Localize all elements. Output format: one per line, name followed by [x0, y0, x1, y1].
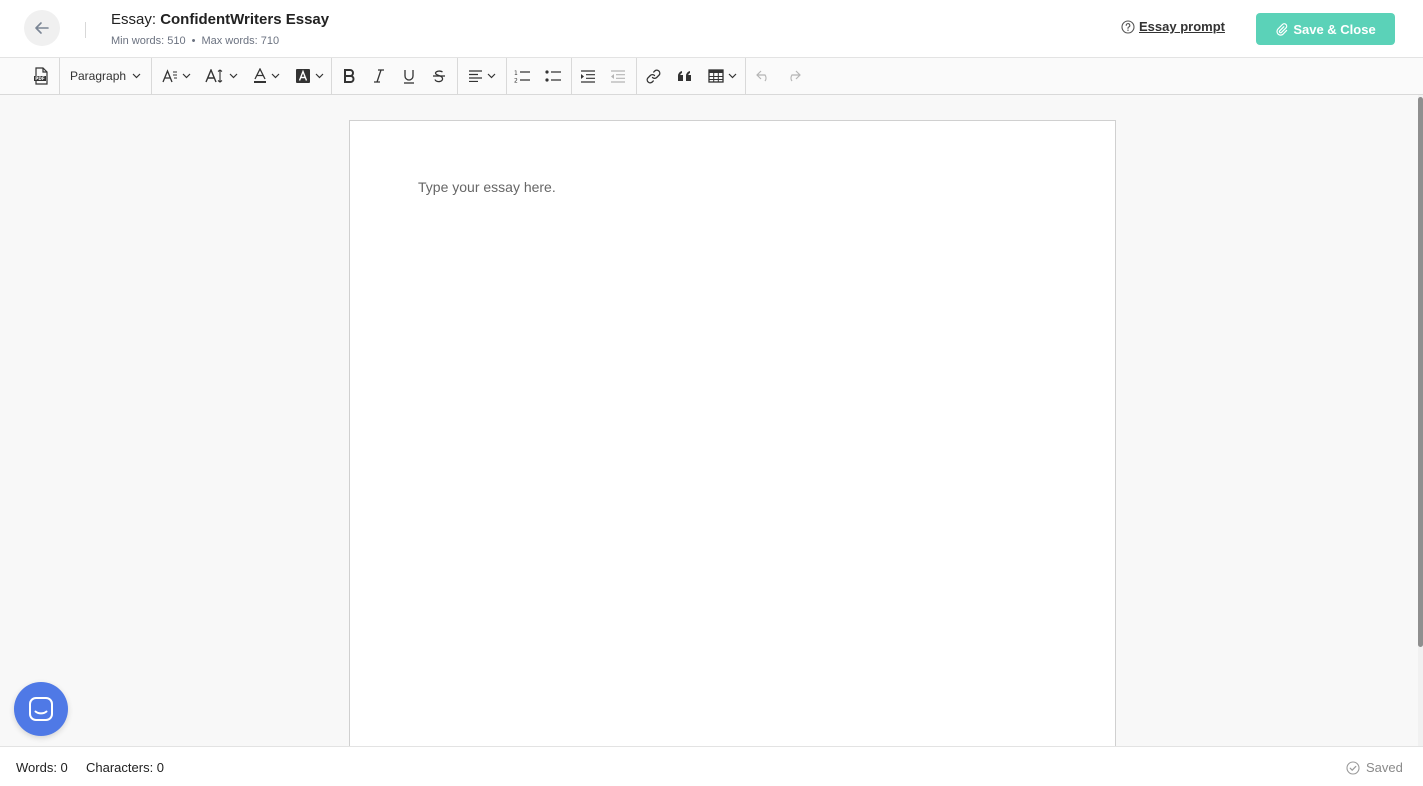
question-circle-icon — [1121, 19, 1135, 34]
insert-table-dropdown[interactable] — [703, 58, 741, 94]
toolbar-divider — [506, 58, 507, 94]
redo-icon — [789, 70, 801, 82]
link-button[interactable] — [641, 58, 665, 94]
svg-text:2: 2 — [514, 78, 518, 84]
header-divider — [85, 22, 86, 38]
title-prefix: Essay: — [111, 11, 161, 28]
chevron-down-icon — [487, 73, 496, 79]
redo-button[interactable] — [781, 58, 805, 94]
font-size-dropdown[interactable] — [201, 58, 241, 94]
min-words: Min words: 510 — [111, 35, 186, 47]
word-limits: Min words: 510 • Max words: 710 — [111, 35, 279, 47]
strikethrough-icon — [433, 70, 445, 83]
text-align-dropdown[interactable] — [463, 58, 501, 94]
underline-icon — [404, 69, 414, 84]
italic-icon — [374, 69, 384, 83]
save-close-button[interactable]: Save & Close — [1256, 13, 1395, 45]
header: Essay: ConfidentWriters Essay Min words:… — [0, 0, 1423, 58]
character-count: Characters: 0 — [86, 760, 165, 775]
vertical-scrollbar[interactable] — [1418, 95, 1423, 746]
chat-launcher-button[interactable] — [14, 682, 68, 736]
chevron-down-icon — [182, 73, 190, 79]
essay-prompt-link[interactable]: Essay prompt — [1121, 19, 1225, 34]
italic-button[interactable] — [367, 58, 391, 94]
bulleted-list-icon — [544, 70, 561, 82]
blockquote-button[interactable] — [672, 58, 696, 94]
font-family-dropdown[interactable] — [158, 58, 194, 94]
bold-button[interactable] — [337, 58, 361, 94]
chevron-down-icon — [728, 73, 736, 79]
undo-icon — [755, 70, 767, 82]
status-bar: Words: 0 Characters: 0 Saved — [0, 746, 1423, 786]
essay-name: ConfidentWriters Essay — [160, 11, 330, 28]
outdent-icon — [611, 69, 625, 83]
indent-button[interactable] — [576, 58, 600, 94]
check-circle-icon — [1346, 760, 1360, 775]
word-count: Words: 0 — [16, 760, 68, 775]
toolbar-divider — [331, 58, 332, 94]
chevron-down-icon — [229, 73, 237, 79]
chevron-down-icon — [271, 73, 279, 79]
svg-text:1: 1 — [514, 70, 518, 77]
editor-toolbar: PDF Paragraph 12 — [0, 58, 1423, 95]
quote-icon — [677, 71, 691, 81]
align-left-icon — [469, 70, 482, 82]
chevron-down-icon — [315, 73, 323, 79]
save-status-label: Saved — [1366, 760, 1403, 775]
arrow-left-icon — [35, 22, 49, 34]
svg-text:PDF: PDF — [35, 76, 45, 81]
toolbar-divider — [636, 58, 637, 94]
max-words: Max words: 710 — [201, 35, 280, 47]
strikethrough-button[interactable] — [427, 58, 451, 94]
scrollbar-thumb[interactable] — [1418, 97, 1423, 647]
paperclip-icon — [1276, 22, 1288, 36]
highlight-icon — [295, 69, 310, 83]
editor-canvas: Type your essay here. — [0, 95, 1418, 760]
chat-icon — [29, 697, 53, 721]
toolbar-divider — [745, 58, 746, 94]
highlight-color-dropdown[interactable] — [291, 58, 327, 94]
link-icon — [646, 69, 660, 83]
back-button[interactable] — [24, 10, 60, 46]
export-pdf-button[interactable]: PDF — [28, 58, 54, 94]
save-close-label: Save & Close — [1293, 21, 1376, 37]
pdf-icon: PDF — [34, 67, 48, 85]
essay-placeholder: Type your essay here. — [418, 179, 556, 195]
numbered-list-icon: 12 — [514, 70, 530, 84]
underline-button[interactable] — [397, 58, 421, 94]
font-color-dropdown[interactable] — [248, 58, 284, 94]
toolbar-divider — [571, 58, 572, 94]
paragraph-style-dropdown[interactable]: Paragraph — [64, 58, 146, 94]
font-family-icon — [161, 69, 177, 83]
indent-icon — [581, 69, 595, 83]
toolbar-divider — [457, 58, 458, 94]
toolbar-divider — [59, 58, 60, 94]
page-title: Essay: ConfidentWriters Essay — [111, 11, 329, 28]
separator-dot: • — [191, 35, 196, 47]
font-size-icon — [204, 69, 222, 83]
outdent-button[interactable] — [606, 58, 630, 94]
essay-prompt-label: Essay prompt — [1139, 19, 1225, 34]
undo-button[interactable] — [751, 58, 775, 94]
table-icon — [707, 69, 724, 83]
bulleted-list-button[interactable] — [541, 58, 565, 94]
numbered-list-button[interactable]: 12 — [510, 58, 534, 94]
font-color-icon — [253, 68, 266, 83]
toolbar-divider — [151, 58, 152, 94]
bold-icon — [344, 69, 355, 83]
document-page[interactable]: Type your essay here. — [349, 120, 1116, 760]
paragraph-style-label: Paragraph — [70, 69, 127, 83]
save-status: Saved — [1346, 760, 1403, 775]
chevron-down-icon — [132, 73, 141, 79]
